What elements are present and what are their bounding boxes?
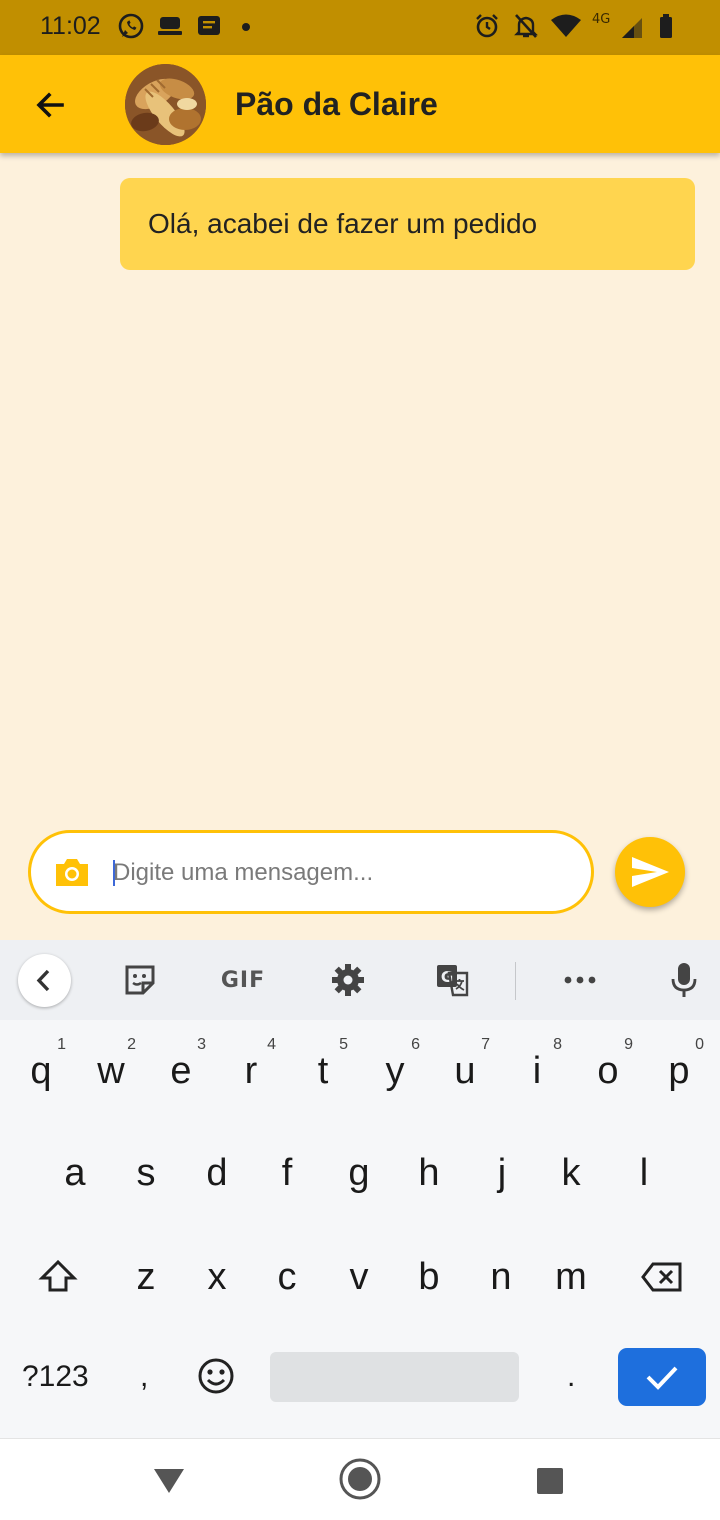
key-x[interactable]: x [198,1256,236,1299]
back-button[interactable] [28,83,72,127]
settings-button[interactable] [322,954,374,1006]
nav-recents-button[interactable] [534,1465,566,1497]
key-c[interactable]: c [268,1256,306,1299]
bread-avatar-image [125,64,206,145]
key-j[interactable]: j [483,1152,521,1195]
space-key[interactable] [270,1352,519,1402]
status-time: 11:02 [40,12,101,40]
wifi-icon [550,12,582,45]
check-icon [646,1366,678,1390]
chat-title: Pão da Claire [235,86,438,122]
toolbar-divider [515,962,516,1000]
chevron-left-icon [36,969,50,992]
shift-icon [38,1259,78,1292]
comma-key[interactable]: , [140,1360,148,1394]
chat-area[interactable]: Olá, acabei de fazer um pedido [0,153,720,940]
send-button[interactable] [615,837,685,907]
key-y[interactable]: y6 [376,1036,421,1093]
camera-icon [56,859,88,886]
battery-icon [658,12,674,45]
alarm-icon [474,12,500,45]
keyboard: q1 w2 e3 r4 t5 y6 u7 i8 o9 p0 a s d f g … [0,1020,720,1438]
whatsapp-icon [117,12,145,45]
key-h[interactable]: h [410,1152,448,1195]
key-e[interactable]: e3 [162,1036,206,1093]
arrow-back-icon [36,92,64,118]
network-type: 4G [592,12,611,27]
keyboard-toolbar: GIF G [0,940,720,1020]
key-v[interactable]: v [340,1256,378,1299]
back-triangle-icon [154,1469,184,1493]
key-q[interactable]: q1 [22,1036,66,1093]
mic-button[interactable] [660,954,708,1006]
emoji-key[interactable] [196,1356,236,1406]
key-r[interactable]: r4 [232,1036,276,1093]
system-nav-bar [0,1438,720,1520]
translate-icon: G [437,965,469,997]
mic-icon [671,963,697,997]
key-g[interactable]: g [340,1152,378,1195]
translate-button[interactable]: G [428,954,478,1006]
nav-home-button[interactable] [338,1457,382,1501]
key-m[interactable]: m [550,1256,592,1299]
key-b[interactable]: b [410,1256,448,1299]
key-o[interactable]: o9 [589,1036,633,1093]
backspace-icon [641,1262,682,1292]
emoji-icon [198,1358,234,1394]
key-w[interactable]: w2 [92,1036,136,1093]
camera-button[interactable] [53,855,91,889]
nav-back-button[interactable] [150,1463,188,1497]
message-input-container[interactable] [28,830,594,914]
gear-icon [332,964,364,996]
sticker-icon [125,965,155,995]
message-bubble[interactable]: Olá, acabei de fazer um pedido [120,178,695,270]
key-n[interactable]: n [482,1256,520,1299]
key-i[interactable]: i8 [518,1036,562,1093]
key-a[interactable]: a [56,1152,94,1195]
key-f[interactable]: f [268,1152,306,1195]
key-z[interactable]: z [127,1256,165,1299]
symbols-key[interactable]: ?123 [22,1360,89,1394]
recents-square-icon [537,1468,563,1494]
more-button[interactable] [555,954,605,1006]
key-l[interactable]: l [625,1152,663,1195]
key-p[interactable]: p0 [660,1036,704,1093]
backspace-key[interactable] [640,1260,684,1303]
message-icon [197,12,221,45]
notifications-off-icon [513,12,539,45]
gif-label: GIF [220,967,266,993]
gif-button[interactable]: GIF [212,954,274,1006]
avatar[interactable] [125,64,206,145]
stack-icon [157,12,183,45]
key-s[interactable]: s [127,1152,165,1195]
sticker-button[interactable] [115,954,165,1006]
shift-key[interactable] [36,1258,80,1304]
key-u[interactable]: u7 [446,1036,490,1093]
status-bar: 11:02 4G [0,0,720,55]
message-text: Olá, acabei de fazer um pedido [148,208,538,239]
dot-icon [240,12,252,45]
home-circle-icon [339,1458,381,1500]
key-k[interactable]: k [552,1152,590,1195]
keyboard-collapse-button[interactable] [18,954,71,1007]
signal-icon [620,12,644,45]
send-icon [632,857,669,887]
enter-key[interactable] [618,1348,706,1406]
more-icon [564,976,596,984]
app-bar: Pão da Claire [0,55,720,153]
period-key[interactable]: . [567,1360,575,1394]
key-t[interactable]: t5 [304,1036,348,1093]
key-d[interactable]: d [198,1152,236,1195]
message-input[interactable] [113,847,573,899]
